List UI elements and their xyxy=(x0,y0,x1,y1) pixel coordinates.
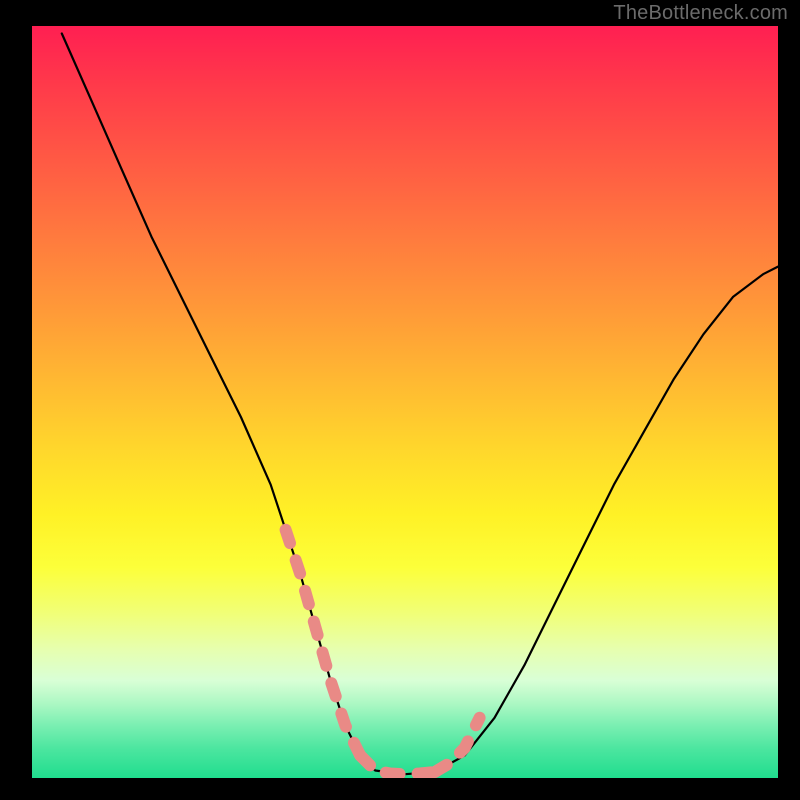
chart-overlay xyxy=(32,26,778,778)
highlight-group xyxy=(286,530,480,774)
highlight-valley-floor xyxy=(360,755,435,774)
bottleneck-curve xyxy=(62,34,778,775)
highlight-left-descent xyxy=(286,530,361,756)
outer-frame: TheBottleneck.com xyxy=(0,0,800,800)
watermark-label: TheBottleneck.com xyxy=(613,2,788,25)
